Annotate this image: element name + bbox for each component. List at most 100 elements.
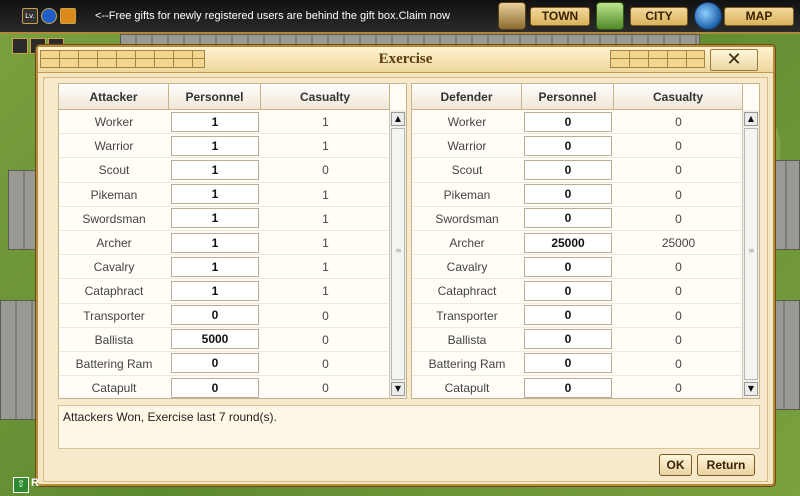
casualty-value: 0 (322, 332, 329, 347)
personnel-input[interactable]: 1 (171, 256, 259, 277)
table-row: Worker 0 0 (412, 110, 743, 135)
personnel-input[interactable]: 0 (524, 135, 612, 156)
table-row: Battering Ram 0 0 (59, 352, 390, 377)
casualty-value: 0 (322, 356, 329, 371)
upload-arrow-icon[interactable]: ⇧ (13, 477, 29, 493)
result-message-box: Attackers Won, Exercise last 7 round(s). (58, 405, 760, 449)
city-icon[interactable] (596, 2, 624, 30)
personnel-cell: 0 (522, 328, 614, 351)
unit-name: Warrior (94, 139, 134, 154)
personnel-input[interactable]: 1 (171, 159, 259, 180)
scroll-down-arrow-icon[interactable]: ▼ (391, 382, 405, 396)
defender-scrollbar[interactable]: ▲ ≡ ▼ (742, 110, 759, 398)
unit-name: Archer (96, 235, 132, 250)
table-row: Battering Ram 0 0 (412, 352, 743, 377)
attacker-table: Attacker Personnel Casualty Worker 1 1 Warr… (59, 84, 390, 401)
return-button[interactable]: Return (697, 454, 755, 476)
personnel-input[interactable]: 0 (171, 377, 259, 398)
scroll-thumb[interactable]: ≡ (744, 128, 758, 380)
personnel-input[interactable]: 0 (171, 305, 259, 326)
scroll-down-arrow-icon[interactable]: ▼ (744, 382, 758, 396)
casualty-value: 1 (322, 235, 329, 250)
unit-name: Battering Ram (428, 356, 506, 371)
castle-wall (8, 170, 36, 250)
unit-name: Worker (447, 115, 487, 129)
scroll-thumb[interactable]: ≡ (391, 128, 405, 380)
casualty-value: 0 (675, 308, 682, 323)
personnel-input[interactable]: 25000 (524, 232, 612, 253)
personnel-cell: 0 (522, 183, 614, 206)
personnel-input[interactable]: 0 (524, 256, 612, 277)
casualty-value: 0 (675, 284, 682, 299)
table-row: Catapult 0 0 (59, 376, 390, 401)
unit-name: Swordsman (82, 211, 146, 226)
personnel-cell: 1 (169, 255, 261, 278)
personnel-cell: 1 (169, 207, 261, 230)
gift-box-icon[interactable] (60, 8, 76, 24)
exercise-dialog: Exercise ✕ Attacker Personnel Casualty W… (36, 45, 775, 486)
column-header-personnel: Personnel (169, 84, 261, 109)
globe-icon[interactable] (694, 2, 722, 30)
column-header-unit: Defender (412, 84, 522, 109)
personnel-cell: 1 (169, 134, 261, 157)
grip-icon: ≡ (748, 246, 755, 255)
personnel-input[interactable]: 0 (524, 184, 612, 205)
city-button[interactable]: CITY (630, 7, 688, 26)
personnel-input[interactable]: 1 (171, 280, 259, 301)
table-row: Cataphract 0 0 (412, 279, 743, 304)
table-row: Warrior 0 0 (412, 134, 743, 159)
table-row: Warrior 1 1 (59, 134, 390, 159)
table-row: Transporter 0 0 (59, 304, 390, 328)
browser-icon[interactable] (41, 8, 57, 24)
scroll-up-arrow-icon[interactable]: ▲ (744, 112, 758, 126)
ok-button[interactable]: OK (659, 454, 692, 476)
personnel-input[interactable]: 0 (524, 111, 612, 132)
unit-name: Pikeman (90, 187, 138, 202)
table-row: Ballista 5000 0 (59, 328, 390, 352)
personnel-input[interactable]: 0 (524, 329, 612, 350)
map-button[interactable]: MAP (724, 7, 794, 26)
personnel-input[interactable]: 1 (171, 232, 259, 253)
personnel-input[interactable]: 0 (524, 377, 612, 398)
unit-name: Catapult (91, 381, 137, 396)
personnel-input[interactable]: 0 (524, 305, 612, 326)
grip-icon: ≡ (395, 246, 402, 255)
personnel-input[interactable]: 1 (171, 111, 259, 132)
defender-panel: Defender Personnel Casualty Worker 0 0 Warr… (411, 83, 760, 401)
attacker-scrollbar[interactable]: ▲ ≡ ▼ (389, 110, 406, 398)
personnel-input[interactable]: 1 (171, 135, 259, 156)
personnel-input[interactable]: 0 (171, 353, 259, 374)
unit-name: Cavalry (93, 260, 135, 275)
unit-name: Ballista (447, 332, 487, 347)
table-row: Scout 1 0 (59, 158, 390, 183)
table-row: Scout 0 0 (412, 158, 743, 183)
level-icon[interactable]: Lv. (22, 8, 38, 24)
column-header-casualty: Casualty (614, 84, 743, 109)
personnel-input[interactable]: 1 (171, 208, 259, 229)
personnel-input[interactable]: 0 (524, 208, 612, 229)
table-row: Cavalry 1 1 (59, 255, 390, 280)
personnel-input[interactable]: 0 (524, 353, 612, 374)
personnel-cell: 0 (522, 376, 614, 399)
personnel-input[interactable]: 0 (524, 280, 612, 301)
scroll-up-arrow-icon[interactable]: ▲ (391, 112, 405, 126)
news-ticker[interactable]: <--Free gifts for newly registered users… (95, 10, 450, 22)
sword-icon[interactable] (12, 38, 28, 54)
table-header: Attacker Personnel Casualty (59, 84, 390, 110)
personnel-input[interactable]: 0 (524, 159, 612, 180)
personnel-cell: 1 (169, 110, 261, 133)
casualty-value: 25000 (661, 235, 696, 250)
dialog-header: Exercise ✕ (38, 47, 773, 73)
casualty-value: 0 (675, 115, 682, 129)
personnel-input[interactable]: 1 (171, 184, 259, 205)
personnel-input[interactable]: 5000 (171, 329, 259, 350)
town-icon[interactable] (498, 2, 526, 30)
column-header-personnel: Personnel (522, 84, 614, 109)
casualty-value: 0 (322, 381, 329, 396)
table-row: Swordsman 1 1 (59, 207, 390, 231)
unit-name: Ballista (94, 332, 134, 347)
close-button[interactable]: ✕ (710, 49, 758, 71)
defender-table: Defender Personnel Casualty Worker 0 0 Warr… (412, 84, 743, 401)
town-button[interactable]: TOWN (530, 7, 590, 26)
personnel-cell: 0 (522, 110, 614, 133)
